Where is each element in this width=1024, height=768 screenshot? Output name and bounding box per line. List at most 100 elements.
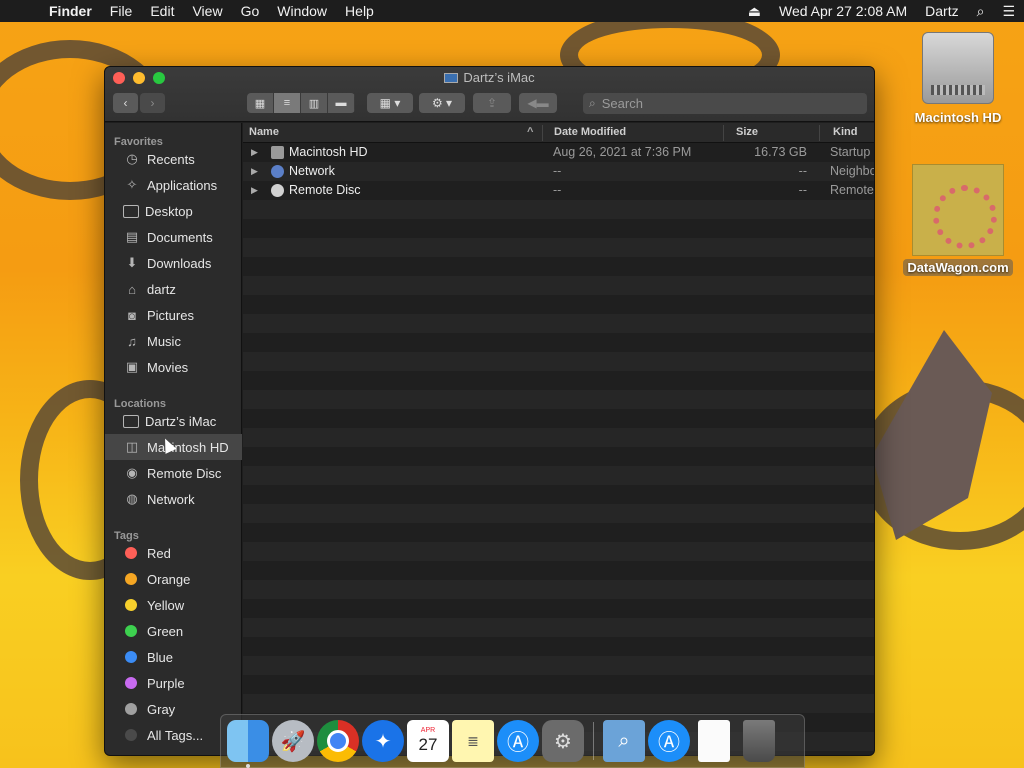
search-placeholder: Search bbox=[601, 96, 643, 111]
empty-row bbox=[243, 257, 874, 276]
dock-app-store-icon[interactable]: Ⓐ bbox=[497, 720, 539, 762]
music-note-icon: ♫ bbox=[127, 333, 137, 349]
action-button[interactable]: ⚙ ▾ bbox=[419, 93, 465, 113]
dock-launchpad-icon[interactable]: 🚀 bbox=[272, 720, 314, 762]
disclosure-triangle-icon[interactable]: ▶ bbox=[251, 166, 258, 177]
row-date: -- bbox=[553, 164, 562, 178]
desktop-icon-image[interactable]: DataWagon.com bbox=[898, 164, 1018, 276]
sidebar-item-remote-disc[interactable]: ◉ Remote Disc bbox=[105, 460, 242, 486]
menu-help[interactable]: Help bbox=[336, 3, 383, 19]
dock-notes-icon[interactable]: ≣ bbox=[452, 720, 494, 762]
documents-icon: ▤ bbox=[125, 229, 139, 244]
desktop-icon-macintosh-hd[interactable]: Macintosh HD bbox=[908, 32, 1008, 125]
desktop-icon-label: DataWagon.com bbox=[903, 259, 1013, 276]
sidebar-tag-red[interactable]: Red bbox=[105, 540, 242, 566]
dock-calendar-icon[interactable]: APR 27 bbox=[407, 720, 449, 762]
user-menu[interactable]: Dartz bbox=[916, 3, 967, 19]
empty-row bbox=[243, 523, 874, 542]
sidebar-item-home[interactable]: ⌂ dartz bbox=[105, 276, 242, 302]
menu-view[interactable]: View bbox=[183, 3, 231, 19]
sidebar-item-documents[interactable]: ▤ Documents bbox=[105, 224, 242, 250]
column-kind[interactable]: Kind bbox=[833, 126, 857, 138]
window-title-text: Dartz’s iMac bbox=[463, 70, 535, 85]
empty-row bbox=[243, 447, 874, 466]
row-kind: Startup bbox=[830, 145, 871, 159]
sidebar-item-label: Remote Disc bbox=[147, 465, 222, 481]
sidebar-item-label: Blue bbox=[147, 649, 174, 665]
sidebar-item-downloads[interactable]: ⬇ Downloads bbox=[105, 250, 242, 276]
list-view-button[interactable]: ≡ bbox=[274, 93, 301, 113]
clock[interactable]: Wed Apr 27 2:08 AM bbox=[770, 3, 916, 19]
tag-color-dot bbox=[125, 547, 137, 559]
menu-finder[interactable]: Finder bbox=[40, 3, 101, 19]
sidebar-item-label: Dartz’s iMac bbox=[145, 413, 217, 429]
forward-button[interactable]: › bbox=[140, 93, 165, 113]
downloads-icon: ⬇ bbox=[126, 255, 138, 270]
dock-chrome-icon[interactable] bbox=[317, 720, 359, 762]
disclosure-triangle-icon[interactable]: ▶ bbox=[251, 185, 258, 196]
column-name[interactable]: Name bbox=[249, 126, 279, 138]
menu-window[interactable]: Window bbox=[268, 3, 336, 19]
disc-icon bbox=[271, 184, 284, 197]
empty-row bbox=[243, 428, 874, 447]
sidebar-item-desktop[interactable]: Desktop bbox=[105, 198, 242, 224]
sidebar-item-label: Desktop bbox=[145, 203, 193, 219]
empty-row bbox=[243, 580, 874, 599]
empty-row bbox=[243, 466, 874, 485]
empty-row bbox=[243, 561, 874, 580]
chevron-left-icon: ‹ bbox=[123, 96, 128, 110]
sidebar-tag-purple[interactable]: Purple bbox=[105, 670, 242, 696]
column-header: Name ^ Date Modified Size Kind bbox=[243, 123, 874, 143]
dock-app-store-download-icon[interactable]: Ⓐ bbox=[648, 720, 690, 762]
menu-go[interactable]: Go bbox=[232, 3, 269, 19]
table-row[interactable]: ▶ Remote Disc -- -- Remote bbox=[243, 181, 874, 200]
sidebar-tag-orange[interactable]: Orange bbox=[105, 566, 242, 592]
menu-edit[interactable]: Edit bbox=[141, 3, 183, 19]
sidebar-item-imac[interactable]: Dartz’s iMac bbox=[105, 408, 242, 434]
sidebar-item-applications[interactable]: ✧ Applications bbox=[105, 172, 242, 198]
back-button[interactable]: ‹ bbox=[113, 93, 138, 113]
notification-center-icon[interactable]: ☰ bbox=[993, 3, 1024, 20]
tag-button[interactable]: ◀▬ bbox=[519, 93, 557, 113]
sidebar-item-recents[interactable]: ◷ Recents bbox=[105, 146, 242, 172]
empty-row bbox=[243, 504, 874, 523]
dock-system-preferences-icon[interactable]: ⚙ bbox=[542, 720, 584, 762]
sidebar: Favorites ◷ Recents ✧ Applications Desktop… bbox=[105, 123, 242, 755]
menu-file[interactable]: File bbox=[101, 3, 142, 19]
sidebar-item-label: Gray bbox=[147, 701, 176, 717]
image-thumbnail bbox=[912, 164, 1004, 256]
search-field[interactable]: ⌕ Search bbox=[583, 93, 867, 114]
column-view-button[interactable]: ▥ bbox=[301, 93, 328, 113]
sidebar-item-music[interactable]: ♫ Music bbox=[105, 328, 242, 354]
share-button[interactable]: ⇪ bbox=[473, 93, 511, 113]
sidebar-tag-yellow[interactable]: Yellow bbox=[105, 592, 242, 618]
dock-finder-icon[interactable] bbox=[227, 720, 269, 768]
tag-color-dot bbox=[125, 625, 137, 637]
group-by-button[interactable]: ▦ ▾ bbox=[367, 93, 413, 113]
disclosure-triangle-icon[interactable]: ▶ bbox=[251, 147, 258, 158]
icon-view-button[interactable]: ▦ bbox=[247, 93, 274, 113]
column-size[interactable]: Size bbox=[736, 126, 758, 138]
imac-icon bbox=[444, 73, 459, 83]
table-row[interactable]: ▶ Macintosh HD Aug 26, 2021 at 7:36 PM 1… bbox=[243, 143, 874, 162]
sidebar-item-network[interactable]: ◍ Network bbox=[105, 486, 242, 512]
row-kind: Neighbo bbox=[830, 164, 874, 178]
dock-document-icon[interactable] bbox=[698, 720, 730, 762]
dock-safari-icon[interactable]: ✦ bbox=[362, 720, 404, 762]
table-row[interactable]: ▶ Network -- -- Neighbo bbox=[243, 162, 874, 181]
dock-trash-icon[interactable] bbox=[743, 720, 775, 762]
sidebar-tag-green[interactable]: Green bbox=[105, 618, 242, 644]
spotlight-search-icon[interactable]: ⌕ bbox=[968, 3, 994, 20]
row-name: Network bbox=[289, 164, 335, 178]
hard-drive-icon bbox=[922, 32, 994, 104]
hard-drive-icon: ◫ bbox=[125, 439, 139, 454]
tag-color-dot bbox=[125, 729, 137, 741]
sidebar-tag-blue[interactable]: Blue bbox=[105, 644, 242, 670]
gallery-view-button[interactable]: ▬ bbox=[328, 93, 355, 113]
sidebar-item-movies[interactable]: ▣ Movies bbox=[105, 354, 242, 380]
sidebar-item-label: All Tags... bbox=[147, 727, 204, 743]
eject-icon[interactable]: ⏏ bbox=[739, 3, 770, 20]
column-date-modified[interactable]: Date Modified bbox=[554, 126, 626, 138]
sidebar-item-pictures[interactable]: ◙ Pictures bbox=[105, 302, 242, 328]
dock-preview-icon[interactable]: ⌕ bbox=[603, 720, 645, 762]
